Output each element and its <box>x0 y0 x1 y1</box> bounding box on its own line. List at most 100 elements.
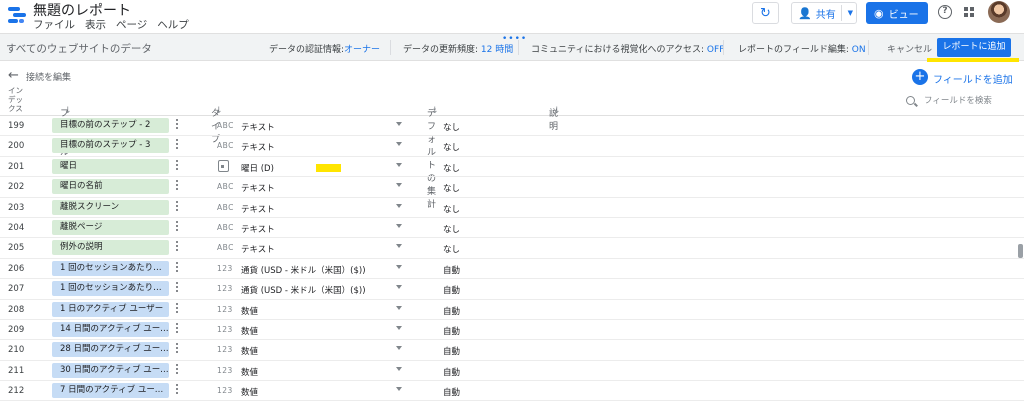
more-vert-icon[interactable] <box>176 322 179 335</box>
field-type[interactable]: テキスト <box>241 203 275 215</box>
more-vert-icon[interactable] <box>176 363 179 376</box>
default-aggregation[interactable]: なし <box>443 141 460 153</box>
field-type[interactable]: 数値 <box>241 305 258 317</box>
field-name-chip[interactable]: 曜日の名前 <box>52 179 169 195</box>
more-vert-icon[interactable] <box>176 139 179 151</box>
type-dropdown-icon[interactable] <box>396 264 402 269</box>
plus-icon[interactable]: + <box>912 69 928 85</box>
freshness-setting[interactable]: データの更新頻度: 12 時間 <box>403 42 513 55</box>
share-button[interactable]: 👤 共有 ▼ <box>791 2 857 24</box>
field-name-chip[interactable]: 1 回のセッションあたりの目標値 <box>52 281 169 297</box>
field-type[interactable]: 数値 <box>241 345 258 357</box>
field-name-chip[interactable]: 1 回のセッションあたりの値 <box>52 260 169 276</box>
field-name-chip[interactable]: 30 日間のアクティブ ユーザー <box>52 362 169 378</box>
type-dropdown-icon[interactable] <box>396 244 402 249</box>
help-icon[interactable]: ? <box>938 5 952 19</box>
avatar[interactable] <box>988 1 1010 23</box>
field-type[interactable]: 通貨 (USD - 米ドル（米国）($)) <box>241 284 366 296</box>
more-vert-icon[interactable] <box>176 343 179 355</box>
field-type[interactable]: テキスト <box>241 243 275 255</box>
type-dropdown-icon[interactable] <box>396 223 402 228</box>
more-vert-icon[interactable] <box>176 302 179 315</box>
menu-help[interactable]: ヘルプ <box>157 17 189 32</box>
community-access-setting[interactable]: コミュニティにおける視覚化へのアクセス: OFF <box>531 42 724 55</box>
field-type[interactable]: 数値 <box>241 366 258 378</box>
type-dropdown-icon[interactable] <box>396 142 402 147</box>
type-dropdown-icon[interactable] <box>396 366 402 371</box>
sort-arrow-icon[interactable]: ↓ <box>215 106 223 116</box>
type-dropdown-icon[interactable] <box>396 162 402 167</box>
field-name-chip[interactable]: 7 日間のアクティブ ユーザー <box>52 383 169 399</box>
default-aggregation[interactable]: なし <box>443 203 460 215</box>
default-aggregation[interactable]: なし <box>443 162 460 174</box>
type-dropdown-icon[interactable] <box>396 183 402 188</box>
sort-arrow-icon[interactable]: ↓ <box>431 106 439 116</box>
default-aggregation[interactable]: 自動 <box>443 264 460 276</box>
field-name-chip[interactable]: 曜日 <box>52 158 169 174</box>
field-type[interactable]: 曜日 (D) <box>241 162 274 174</box>
view-button[interactable]: ◉ ビュー <box>866 2 928 24</box>
more-vert-icon[interactable] <box>176 200 179 213</box>
edit-connection-link[interactable]: 接続を編集 <box>26 70 71 83</box>
type-dropdown-icon[interactable] <box>396 285 402 290</box>
more-vert-icon[interactable] <box>176 180 179 192</box>
type-dropdown-icon[interactable] <box>396 203 402 208</box>
add-field-button[interactable]: フィールドを追加 <box>933 71 1013 86</box>
type-dropdown-icon[interactable] <box>396 346 402 351</box>
freshness-value[interactable]: 12 時間 <box>481 45 513 55</box>
field-name-chip[interactable]: 離脱スクリーン <box>52 199 169 215</box>
default-aggregation[interactable]: 自動 <box>443 386 460 398</box>
sort-arrow-icon[interactable]: ↓ <box>553 106 561 116</box>
default-aggregation[interactable]: なし <box>443 121 460 133</box>
default-aggregation[interactable]: 自動 <box>443 305 460 317</box>
more-vert-icon[interactable] <box>176 220 179 233</box>
field-name-chip[interactable]: 28 日間のアクティブ ユーザー <box>52 342 169 358</box>
field-type[interactable]: 数値 <box>241 386 258 398</box>
more-vert-icon[interactable] <box>176 159 179 172</box>
menu-page[interactable]: ページ <box>116 17 147 32</box>
field-type[interactable]: テキスト <box>241 141 275 153</box>
apps-grid-icon[interactable] <box>964 7 974 17</box>
default-aggregation[interactable]: 自動 <box>443 325 460 337</box>
field-name-chip[interactable]: 例外の説明 <box>52 240 169 256</box>
default-aggregation[interactable]: 自動 <box>443 366 460 378</box>
sort-arrow-icon[interactable]: ↓ <box>64 106 72 116</box>
more-vert-icon[interactable] <box>176 119 179 131</box>
default-aggregation[interactable]: なし <box>443 223 460 235</box>
menu-file[interactable]: ファイル <box>33 17 75 32</box>
credentials-setting[interactable]: データの認証情報:オーナー <box>269 42 380 55</box>
credentials-value[interactable]: オーナー <box>344 45 380 55</box>
default-aggregation[interactable]: なし <box>443 243 460 255</box>
more-vert-icon[interactable] <box>176 241 179 253</box>
field-name-chip[interactable]: 離脱ページ <box>52 219 169 235</box>
share-dropdown-icon[interactable]: ▼ <box>848 9 853 17</box>
data-source-name[interactable]: すべてのウェブサイトのデータ <box>6 41 152 56</box>
field-type[interactable]: 数値 <box>241 325 258 337</box>
type-dropdown-icon[interactable] <box>396 325 402 330</box>
refresh-button[interactable]: ↻ <box>752 2 779 24</box>
cancel-button[interactable]: キャンセル <box>887 42 932 55</box>
field-type[interactable]: テキスト <box>241 182 275 194</box>
field-name-chip[interactable]: 14 日間のアクティブ ユーザー <box>52 321 169 337</box>
more-vert-icon[interactable] <box>176 261 179 274</box>
field-name-chip[interactable]: 目標の前のステップ - 3 <box>52 138 169 154</box>
add-to-report-button[interactable]: レポートに追加 <box>937 38 1011 57</box>
field-search-input[interactable] <box>924 93 1014 109</box>
default-aggregation[interactable]: なし <box>443 182 460 194</box>
more-vert-icon[interactable] <box>176 282 179 294</box>
field-type[interactable]: テキスト <box>241 223 275 235</box>
field-type[interactable]: テキスト <box>241 121 275 133</box>
type-dropdown-icon[interactable] <box>396 387 402 392</box>
field-edit-value[interactable]: ON <box>852 45 866 55</box>
arrow-left-icon[interactable]: ← <box>8 68 19 83</box>
field-name-chip[interactable]: 1 日のアクティブ ユーザー <box>52 301 169 317</box>
type-dropdown-icon[interactable] <box>396 305 402 310</box>
field-name-chip[interactable]: 目標の前のステップ - 2 <box>52 118 169 133</box>
field-type[interactable]: 通貨 (USD - 米ドル（米国）($)) <box>241 264 366 276</box>
more-vert-icon[interactable] <box>176 384 179 396</box>
default-aggregation[interactable]: 自動 <box>443 284 460 296</box>
menu-view[interactable]: 表示 <box>85 17 106 32</box>
default-aggregation[interactable]: 自動 <box>443 345 460 357</box>
field-edit-setting[interactable]: レポートのフィールド編集: ON <box>738 42 866 55</box>
community-access-value[interactable]: OFF <box>707 45 724 55</box>
